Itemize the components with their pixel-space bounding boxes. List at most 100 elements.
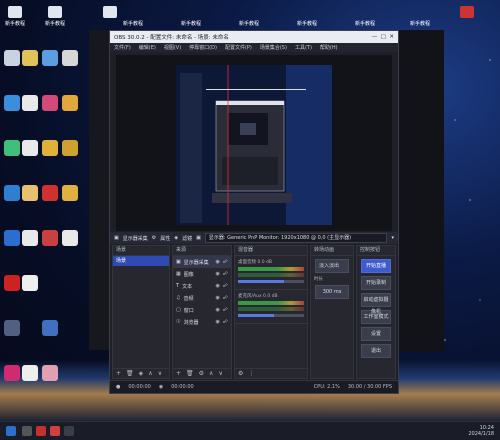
chevron-down-icon[interactable]: ▾ [391, 235, 394, 241]
lock-icon[interactable]: ☍ [223, 319, 228, 325]
menu-scene-collection[interactable]: 场景集合(S) [260, 44, 287, 51]
arrow-down-icon[interactable]: ∨ [218, 370, 222, 377]
eye-icon[interactable]: ◉ [216, 307, 220, 313]
filter-icon[interactable]: ◈ [139, 370, 144, 377]
arrow-down-icon[interactable]: ∨ [158, 370, 162, 377]
transition-select[interactable]: 淡入淡出 [315, 259, 349, 273]
folder-icon[interactable] [62, 185, 78, 201]
properties-button[interactable]: 属性 [160, 235, 170, 242]
gear-icon[interactable]: ⚙ [238, 370, 243, 377]
file-icon[interactable] [62, 50, 78, 66]
filters-button[interactable]: 滤镜 [182, 235, 192, 242]
eye-icon[interactable]: ◉ [216, 283, 220, 289]
studio-mode-button[interactable]: 工作室模式 [361, 310, 391, 324]
settings-button[interactable]: 设置 [361, 327, 391, 341]
lock-icon[interactable]: ☍ [223, 283, 228, 289]
file-icon[interactable] [4, 50, 20, 66]
eye-icon[interactable]: ◉ [216, 259, 220, 265]
file-icon[interactable] [42, 365, 58, 381]
scenes-panel: 场景 场景 + 🗑 ◈ ∧ ∨ [112, 245, 170, 379]
filter-icon[interactable]: ◈ [174, 235, 178, 241]
file-icon[interactable] [103, 6, 117, 18]
app-icon[interactable] [42, 185, 58, 201]
menu-profile[interactable]: 配置文件(P) [225, 44, 252, 51]
app-icon[interactable] [42, 320, 58, 336]
folder-icon[interactable] [62, 140, 78, 156]
preview-canvas[interactable] [116, 55, 392, 231]
source-item[interactable]: ▦ 图像 ◉ ☍ [173, 268, 231, 280]
maximize-icon[interactable]: □ [381, 34, 386, 40]
app-icon[interactable] [4, 230, 20, 246]
app-icon[interactable] [4, 365, 20, 381]
lock-icon[interactable]: ☍ [223, 307, 228, 313]
file-icon[interactable] [22, 185, 38, 201]
file-icon[interactable] [22, 50, 38, 66]
volume-slider[interactable] [238, 314, 304, 317]
app-icon[interactable] [460, 6, 474, 18]
start-recording-button[interactable]: 开始录制 [361, 276, 391, 290]
exit-button[interactable]: 退出 [361, 344, 391, 358]
eye-icon[interactable]: ◉ [216, 295, 220, 301]
lock-icon[interactable]: ☍ [223, 259, 228, 265]
app-icon[interactable] [42, 95, 58, 111]
more-icon[interactable]: ⋮ [248, 370, 254, 377]
menu-help[interactable]: 帮助(H) [320, 44, 338, 51]
file-icon[interactable] [62, 230, 78, 246]
source-item[interactable]: ☉ 浏览器 ◉ ☍ [173, 316, 231, 328]
menu-file[interactable]: 文件(F) [114, 44, 131, 51]
app-icon[interactable] [4, 140, 20, 156]
duration-input[interactable]: 300 ms [315, 285, 349, 299]
file-icon[interactable] [22, 140, 38, 156]
start-icon[interactable] [6, 426, 16, 436]
obs-window: OBS 30.0.2 - 配置文件: 未命名 - 场景: 未命名 — □ ✕ 文… [109, 30, 399, 394]
search-icon[interactable] [22, 426, 32, 436]
eye-icon[interactable]: ◉ [216, 319, 220, 325]
app-icon[interactable] [4, 275, 20, 291]
scene-item[interactable]: 场景 [113, 256, 169, 266]
file-icon[interactable] [22, 230, 38, 246]
menu-docks[interactable]: 停靠窗口(D) [189, 44, 217, 51]
clock[interactable]: 10:24 2024/1/18 [468, 425, 494, 437]
file-icon[interactable] [22, 275, 38, 291]
add-icon[interactable]: + [176, 370, 181, 377]
file-icon[interactable] [42, 50, 58, 66]
file-icon[interactable] [8, 6, 22, 18]
remove-icon[interactable]: 🗑 [186, 370, 194, 377]
menu-tools[interactable]: 工具(T) [295, 44, 312, 51]
arrow-up-icon[interactable]: ∧ [148, 370, 152, 377]
title-bar[interactable]: OBS 30.0.2 - 配置文件: 未命名 - 场景: 未命名 — □ ✕ [110, 31, 398, 43]
menu-edit[interactable]: 编辑(E) [139, 44, 156, 51]
remove-icon[interactable]: 🗑 [126, 370, 134, 377]
menu-view[interactable]: 视图(V) [164, 44, 181, 51]
app-icon[interactable] [36, 426, 46, 436]
gear-icon[interactable]: ⚙ [152, 235, 156, 241]
start-streaming-button[interactable]: 开始直播 [361, 259, 391, 273]
minimize-icon[interactable]: — [372, 34, 378, 40]
folder-icon[interactable] [62, 95, 78, 111]
display-select[interactable]: 显示器: Generic PnP Monitor: 1920x1080 @ 0,… [204, 233, 388, 243]
add-icon[interactable]: + [116, 370, 121, 377]
file-icon[interactable] [22, 365, 38, 381]
source-item[interactable]: ▢ 窗口 ◉ ☍ [173, 304, 231, 316]
volume-meter [238, 273, 304, 277]
volume-slider[interactable] [238, 280, 304, 283]
eye-icon[interactable]: ◉ [216, 271, 220, 277]
folder-icon[interactable] [42, 140, 58, 156]
file-icon[interactable] [22, 95, 38, 111]
file-icon[interactable] [48, 6, 62, 18]
lock-icon[interactable]: ☍ [223, 295, 228, 301]
image-icon[interactable] [4, 320, 20, 336]
source-item[interactable]: T 文本 ◉ ☍ [173, 280, 231, 292]
gear-icon[interactable]: ⚙ [199, 370, 204, 377]
source-item[interactable]: ♫ 音频 ◉ ☍ [173, 292, 231, 304]
app-icon[interactable] [50, 426, 60, 436]
app-icon[interactable] [42, 230, 58, 246]
source-item[interactable]: ▣ 显示器采集 ◉ ☍ [173, 256, 231, 268]
close-icon[interactable]: ✕ [389, 34, 394, 40]
obs-taskbar-icon[interactable] [64, 426, 74, 436]
lock-icon[interactable]: ☍ [223, 271, 228, 277]
browser-icon[interactable] [4, 185, 20, 201]
arrow-up-icon[interactable]: ∧ [209, 370, 213, 377]
app-icon[interactable] [4, 95, 20, 111]
virtual-camera-button[interactable]: 启动虚拟摄像机 [361, 293, 391, 315]
